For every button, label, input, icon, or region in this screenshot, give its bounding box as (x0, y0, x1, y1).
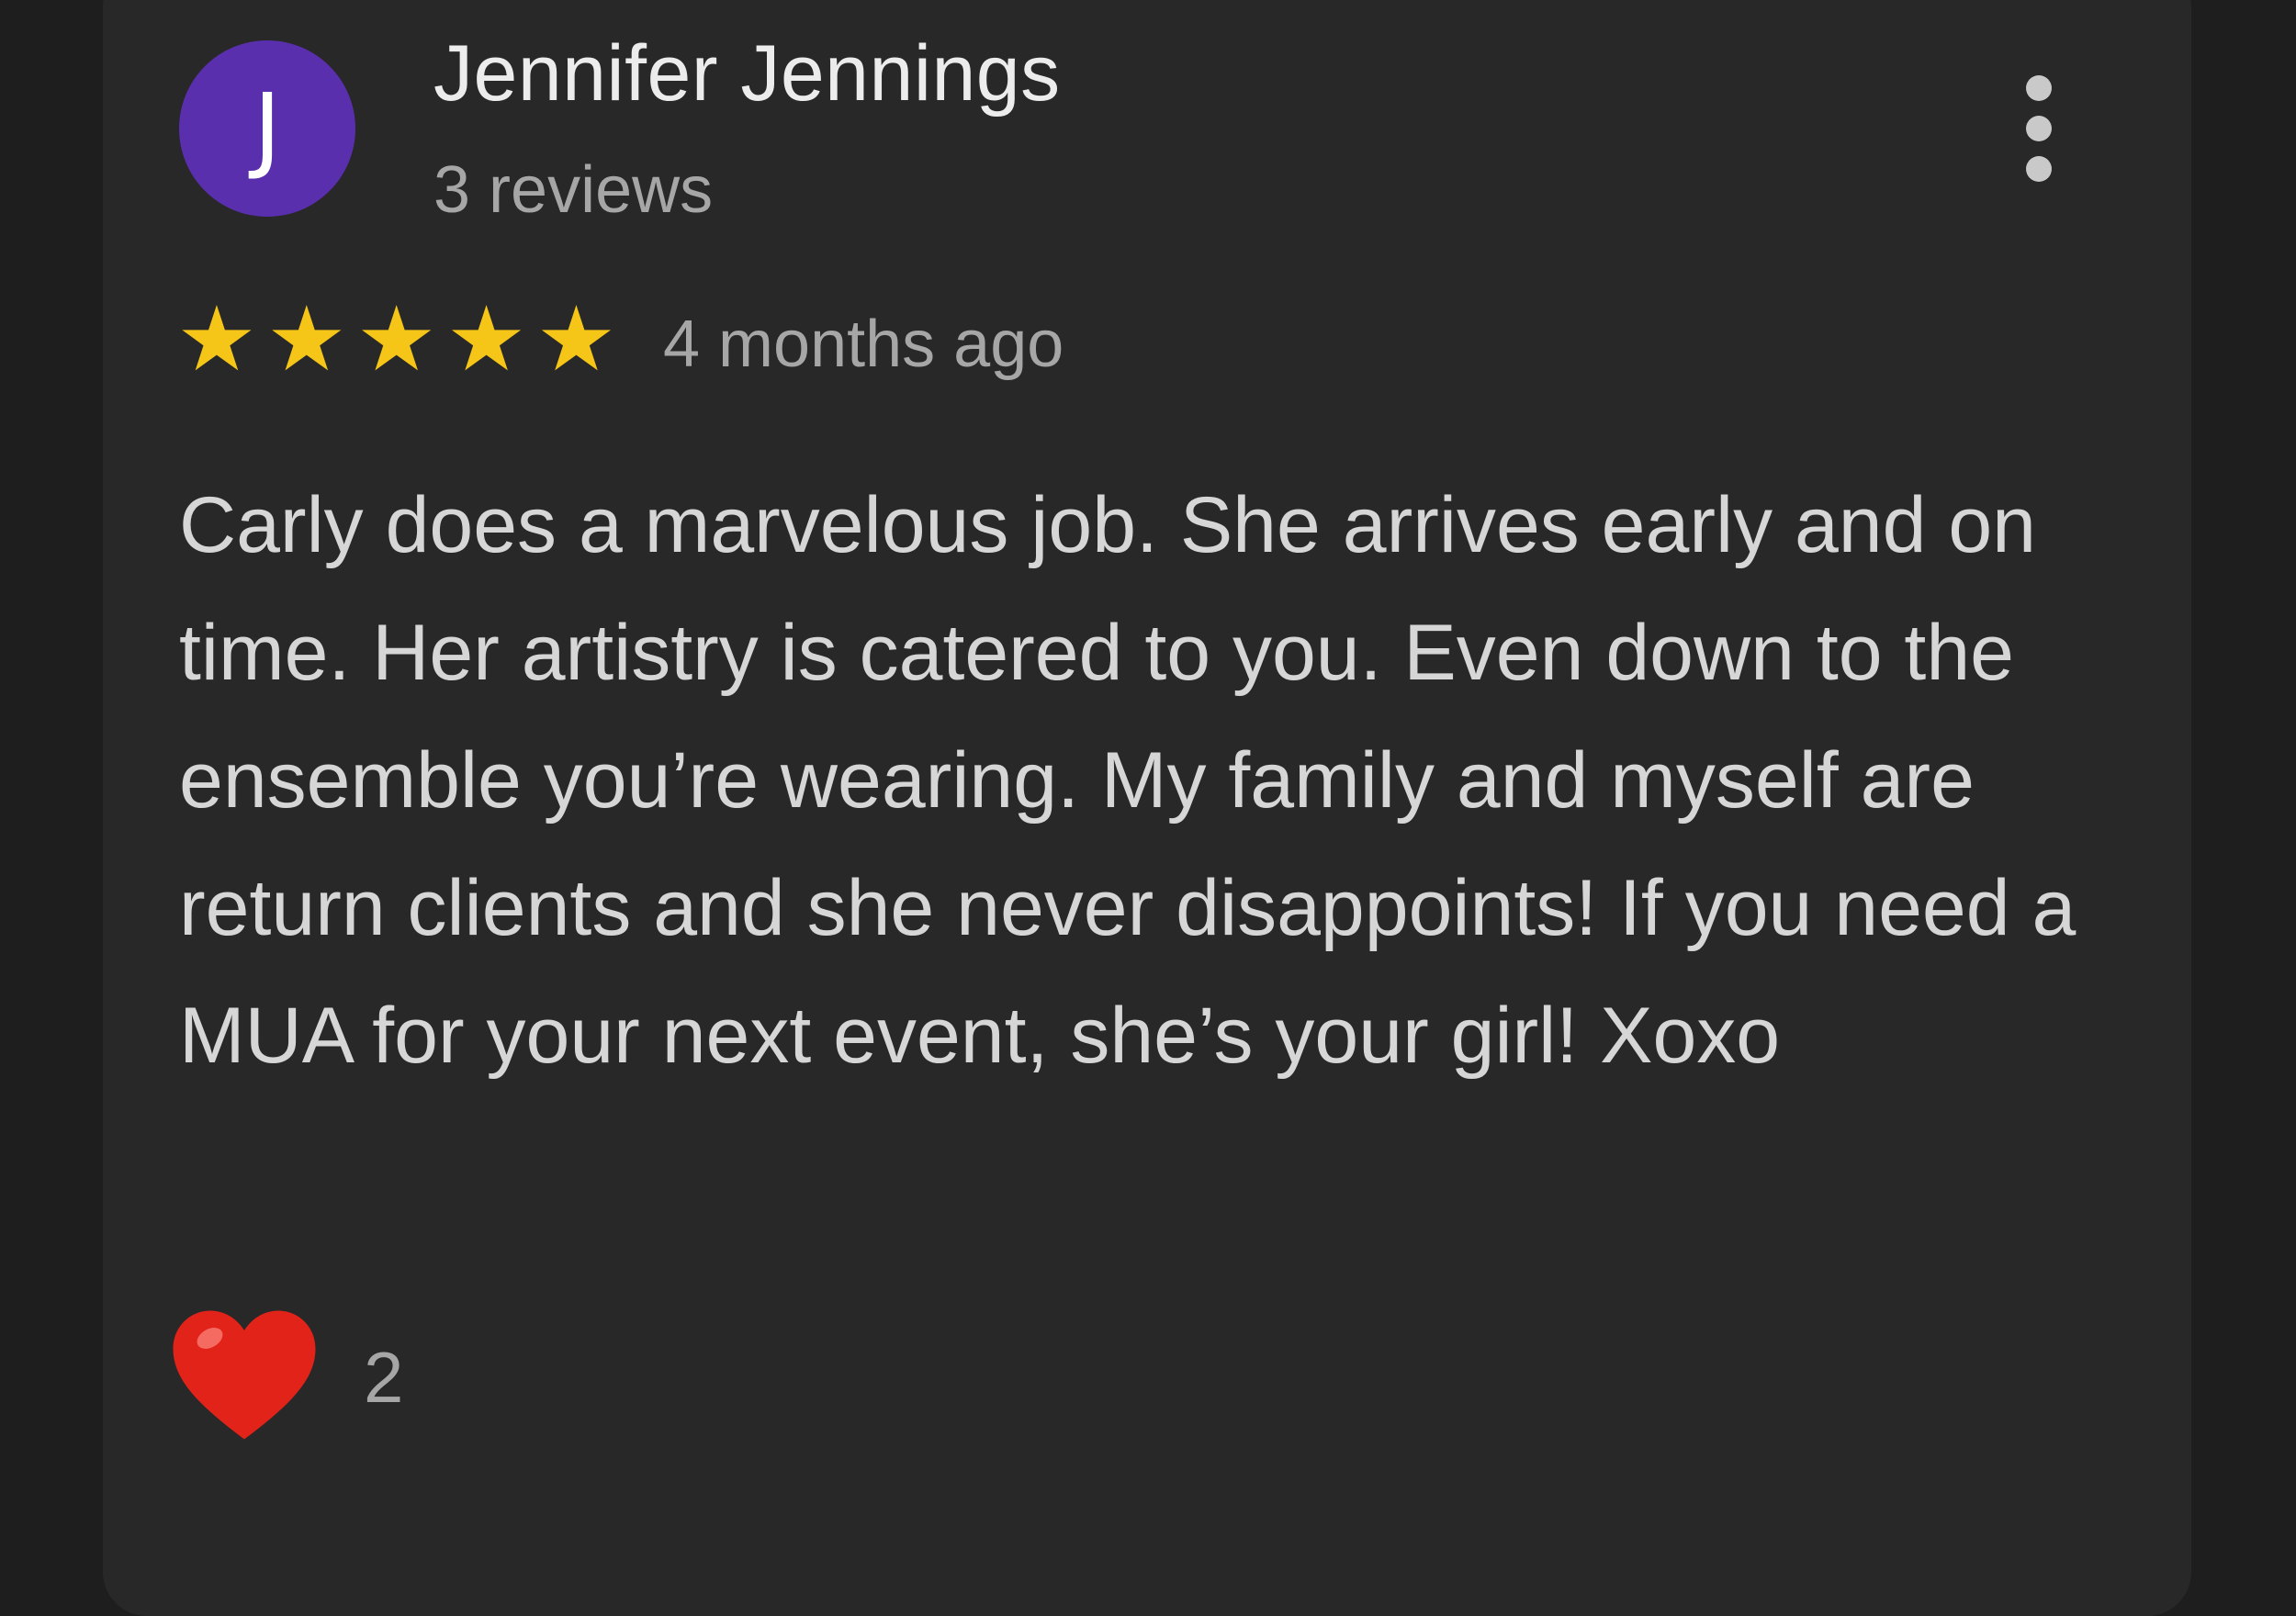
reviewer-name[interactable]: Jennifer Jennings (433, 28, 1061, 119)
star-icon: ★ (355, 287, 437, 392)
star-icon: ★ (535, 287, 617, 392)
reaction-count: 2 (364, 1337, 404, 1418)
star-icon: ★ (265, 287, 347, 392)
reviewer-review-count: 3 reviews (433, 153, 714, 227)
review-timestamp: 4 months ago (663, 308, 1064, 381)
review-text: Carly does a marvelous job. She arrives … (179, 481, 2077, 1080)
avatar[interactable]: J (179, 40, 355, 217)
star-icon: ★ (176, 287, 257, 392)
more-options-button[interactable] (2002, 64, 2076, 193)
star-rating: ★ ★ ★ ★ ★ (176, 294, 616, 386)
heart-icon[interactable] (171, 1308, 318, 1442)
more-vert-icon (2026, 75, 2052, 182)
star-icon: ★ (445, 287, 527, 392)
